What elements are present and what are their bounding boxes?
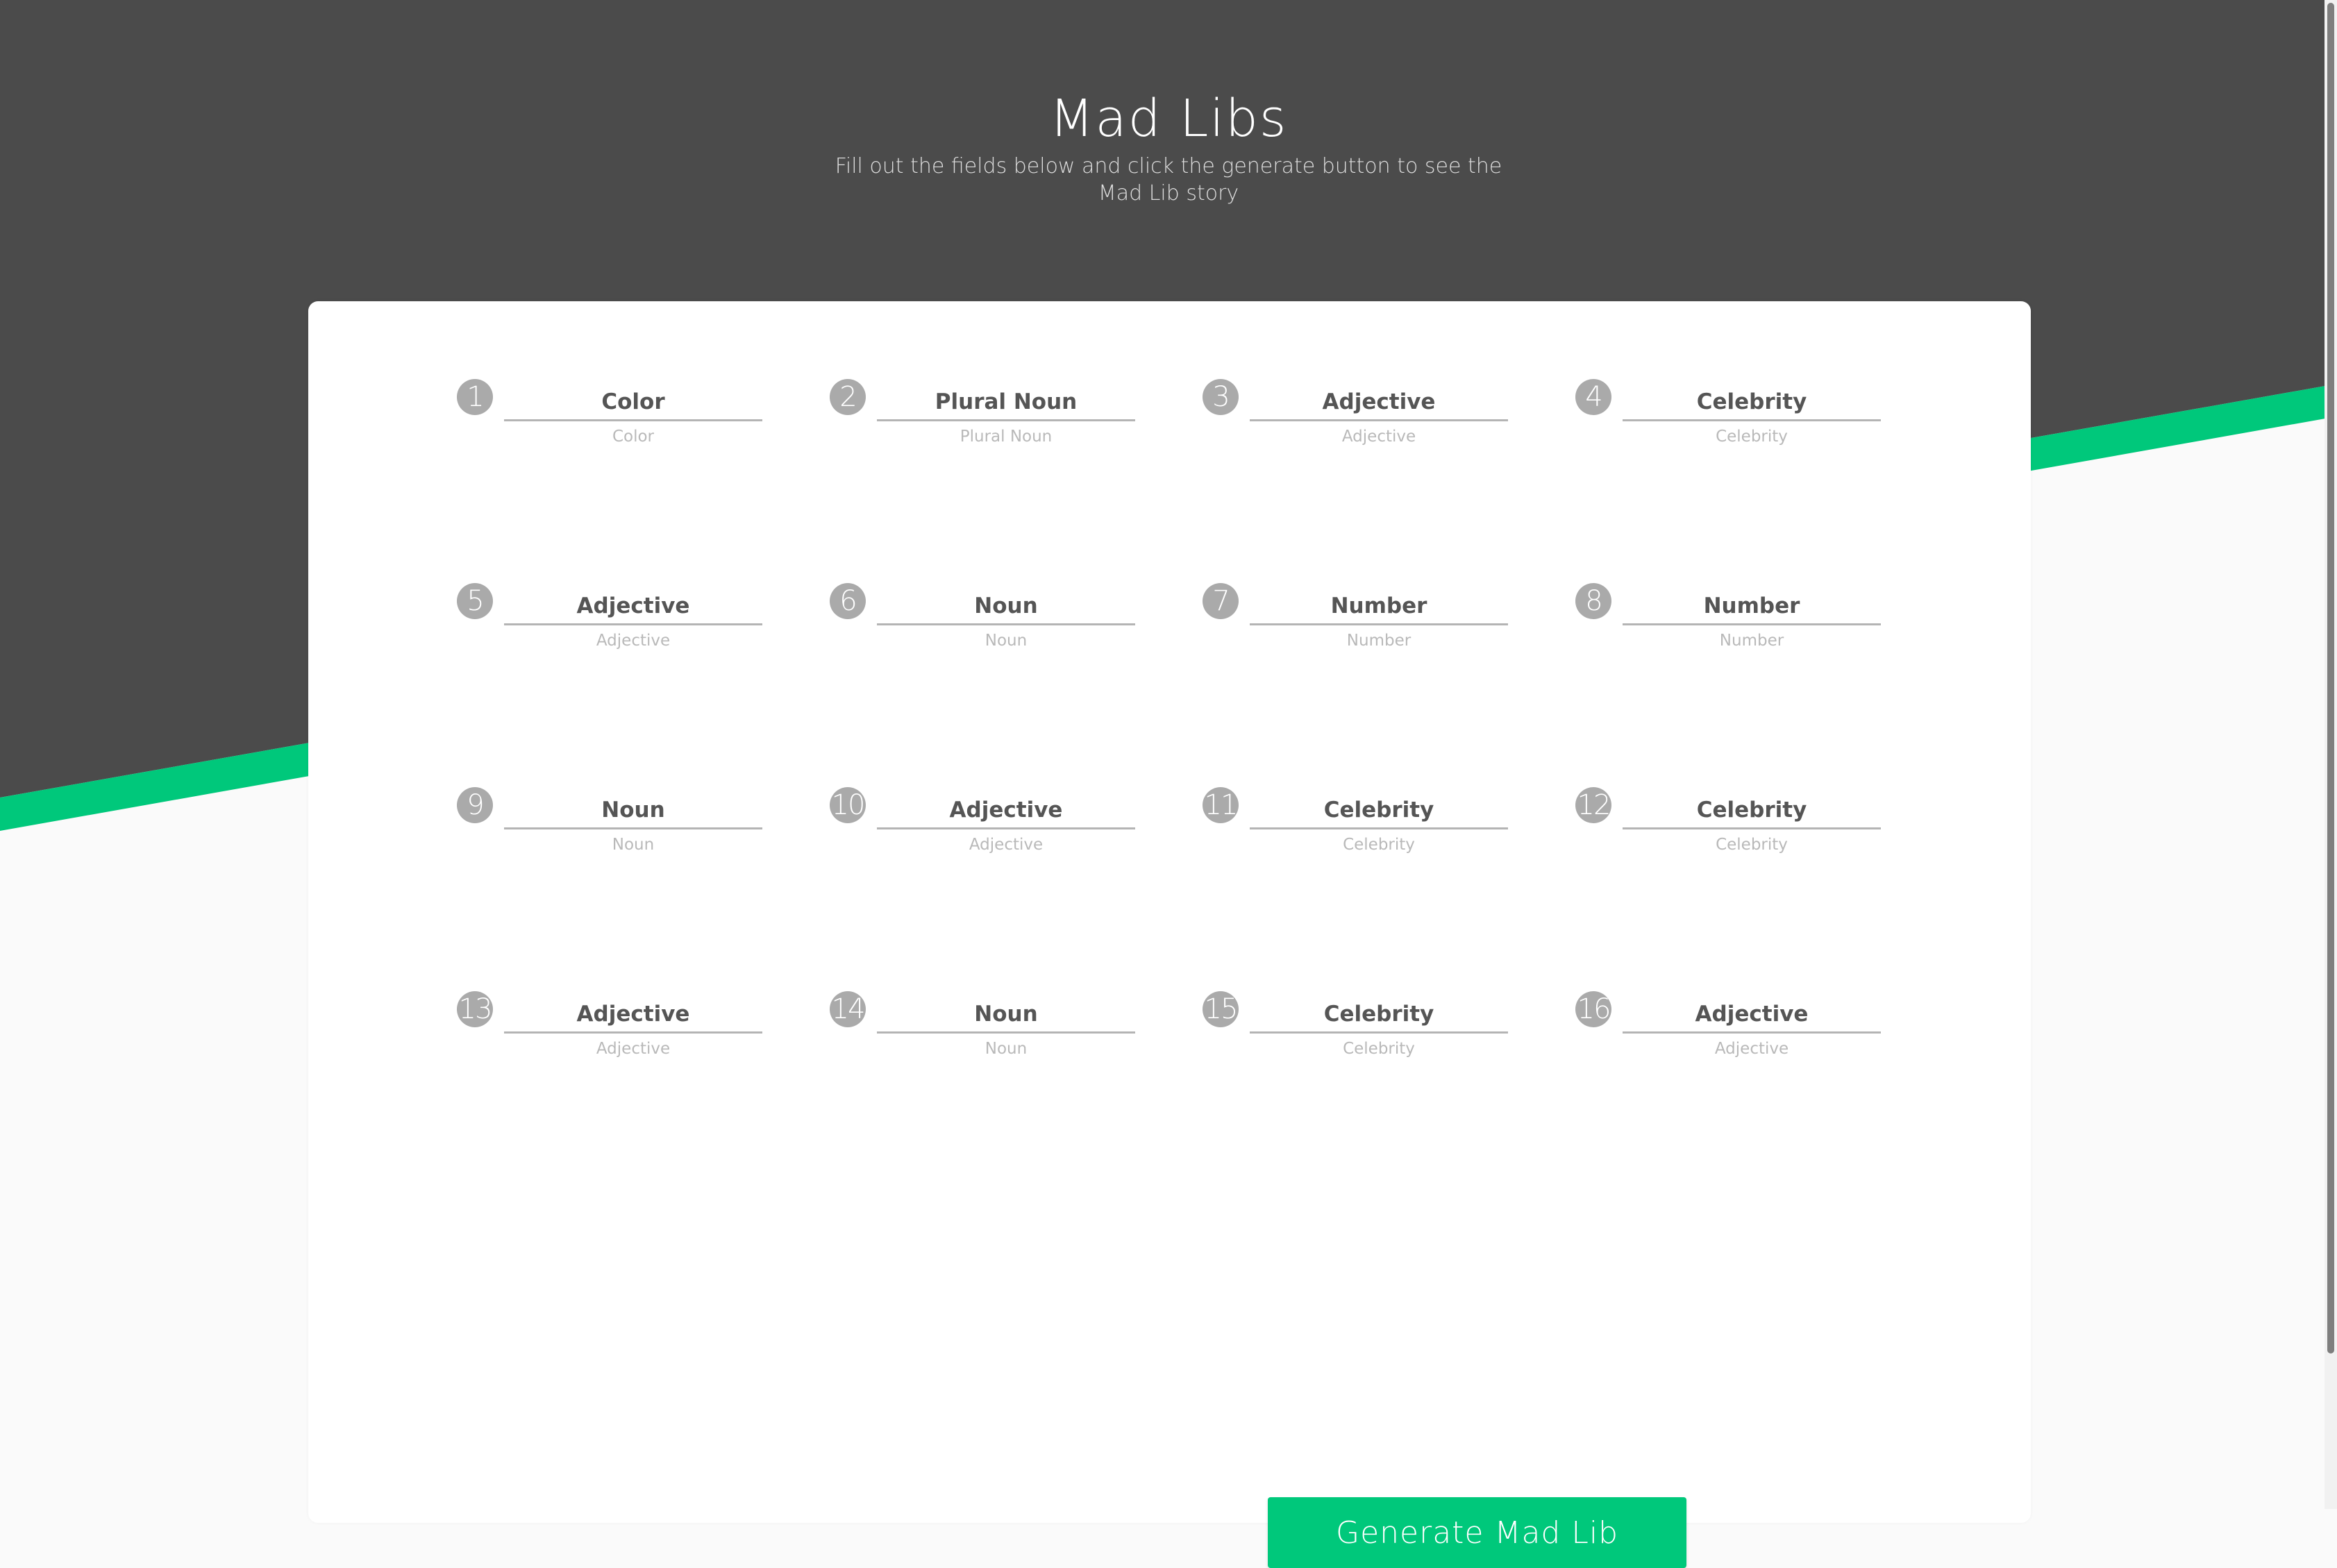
field-9: 9 Noun [457, 787, 762, 870]
field-hint: Celebrity [1716, 428, 1788, 446]
generate-button[interactable]: Generate Mad Lib [1268, 1497, 1686, 1568]
field-6: 6 Noun [830, 583, 1135, 666]
field-number-badge: 2 [830, 379, 866, 415]
field-input[interactable] [504, 997, 762, 1034]
field-hint: Celebrity [1343, 1040, 1415, 1058]
field-hint: Adjective [1714, 1040, 1789, 1058]
field-input[interactable] [1250, 589, 1508, 625]
field-2: 2 Plural Noun [830, 379, 1135, 462]
field-input[interactable] [877, 997, 1135, 1034]
field-input[interactable] [504, 793, 762, 829]
field-number-badge: 14 [830, 991, 866, 1027]
field-input[interactable] [1623, 385, 1881, 421]
page-title: Mad Libs [1049, 89, 1288, 149]
field-number-badge: 8 [1575, 583, 1611, 619]
field-input[interactable] [1623, 997, 1881, 1034]
form-card: 1 Color 2 Plural Noun 3 Adjective 4 Celebrity 5 A… [308, 301, 2031, 1568]
field-number-badge: 16 [1575, 991, 1611, 1027]
field-hint: Celebrity [1716, 836, 1788, 854]
field-number-badge: 4 [1575, 379, 1611, 415]
field-input[interactable] [1250, 385, 1508, 421]
field-5: 5 Adjective [457, 583, 762, 666]
field-number-badge: 13 [457, 991, 493, 1027]
field-hint: Adjective [596, 632, 671, 650]
field-input[interactable] [877, 793, 1135, 829]
field-hint: Noun [985, 632, 1028, 650]
field-number-badge: 6 [830, 583, 866, 619]
field-hint: Number [1719, 632, 1784, 650]
field-hint: Plural Noun [960, 428, 1053, 446]
field-16: 16 Adjective [1575, 991, 1881, 1074]
field-hint: Adjective [1341, 428, 1416, 446]
field-number-badge: 15 [1203, 991, 1239, 1027]
field-13: 13 Adjective [457, 991, 762, 1074]
field-input[interactable] [877, 385, 1135, 421]
field-hint: Adjective [596, 1040, 671, 1058]
field-11: 11 Celebrity [1203, 787, 1508, 870]
field-input[interactable] [1623, 589, 1881, 625]
field-input[interactable] [1250, 997, 1508, 1034]
field-4: 4 Celebrity [1575, 379, 1881, 462]
field-number-badge: 12 [1575, 787, 1611, 823]
field-8: 8 Number [1575, 583, 1881, 666]
field-hint: Noun [985, 1040, 1028, 1058]
field-number-badge: 11 [1203, 787, 1239, 823]
field-number-badge: 5 [457, 583, 493, 619]
field-12: 12 Celebrity [1575, 787, 1881, 870]
field-10: 10 Adjective [830, 787, 1135, 870]
page-subtitle: Fill out the fields below and click the … [835, 154, 1502, 205]
field-number-badge: 9 [457, 787, 493, 823]
field-input[interactable] [504, 385, 762, 421]
scrollbar-thumb[interactable] [2327, 3, 2334, 1354]
field-number-badge: 3 [1203, 379, 1239, 415]
field-3: 3 Adjective [1203, 379, 1508, 462]
field-hint: Noun [612, 836, 655, 854]
field-7: 7 Number [1203, 583, 1508, 666]
field-1: 1 Color [457, 379, 762, 462]
field-input[interactable] [877, 589, 1135, 625]
field-number-badge: 10 [830, 787, 866, 823]
field-hint: Color [612, 428, 655, 446]
field-hint: Celebrity [1343, 836, 1415, 854]
field-14: 14 Noun [830, 991, 1135, 1074]
field-input[interactable] [504, 589, 762, 625]
field-number-badge: 7 [1203, 583, 1239, 619]
field-input[interactable] [1250, 793, 1508, 829]
field-15: 15 Celebrity [1203, 991, 1508, 1074]
field-hint: Adjective [969, 836, 1044, 854]
field-hint: Number [1346, 632, 1412, 650]
field-number-badge: 1 [457, 379, 493, 415]
field-input[interactable] [1623, 793, 1881, 829]
